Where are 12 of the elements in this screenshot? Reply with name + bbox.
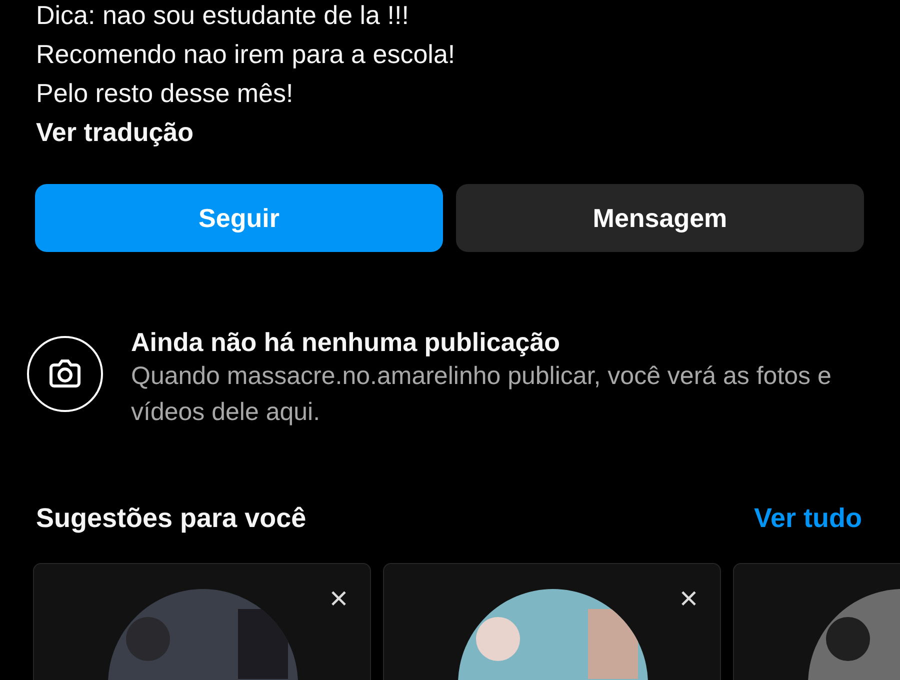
- camera-icon: [27, 336, 103, 412]
- empty-state-title: Ainda não há nenhuma publicação: [131, 326, 562, 358]
- section-title: Sugestões para você: [36, 502, 306, 535]
- message-button[interactable]: Mensagem: [456, 184, 864, 252]
- empty-state-text: Quando massacre.no.amarelinho publicar, você verá as fotos e vídeos dele aqui.: [131, 361, 832, 428]
- close-button[interactable]: ×: [329, 582, 348, 614]
- bio-text: Pelo resto desse mês!: [36, 77, 294, 110]
- bio-text: Dica: nao sou estudante de la !!!: [36, 0, 410, 32]
- see-all-link[interactable]: Ver tudo: [754, 498, 862, 538]
- close-button[interactable]: ×: [679, 582, 698, 614]
- bio-text: Recomendo nao irem para a escola!: [36, 38, 456, 71]
- translate-link[interactable]: Ver tradução: [36, 117, 194, 147]
